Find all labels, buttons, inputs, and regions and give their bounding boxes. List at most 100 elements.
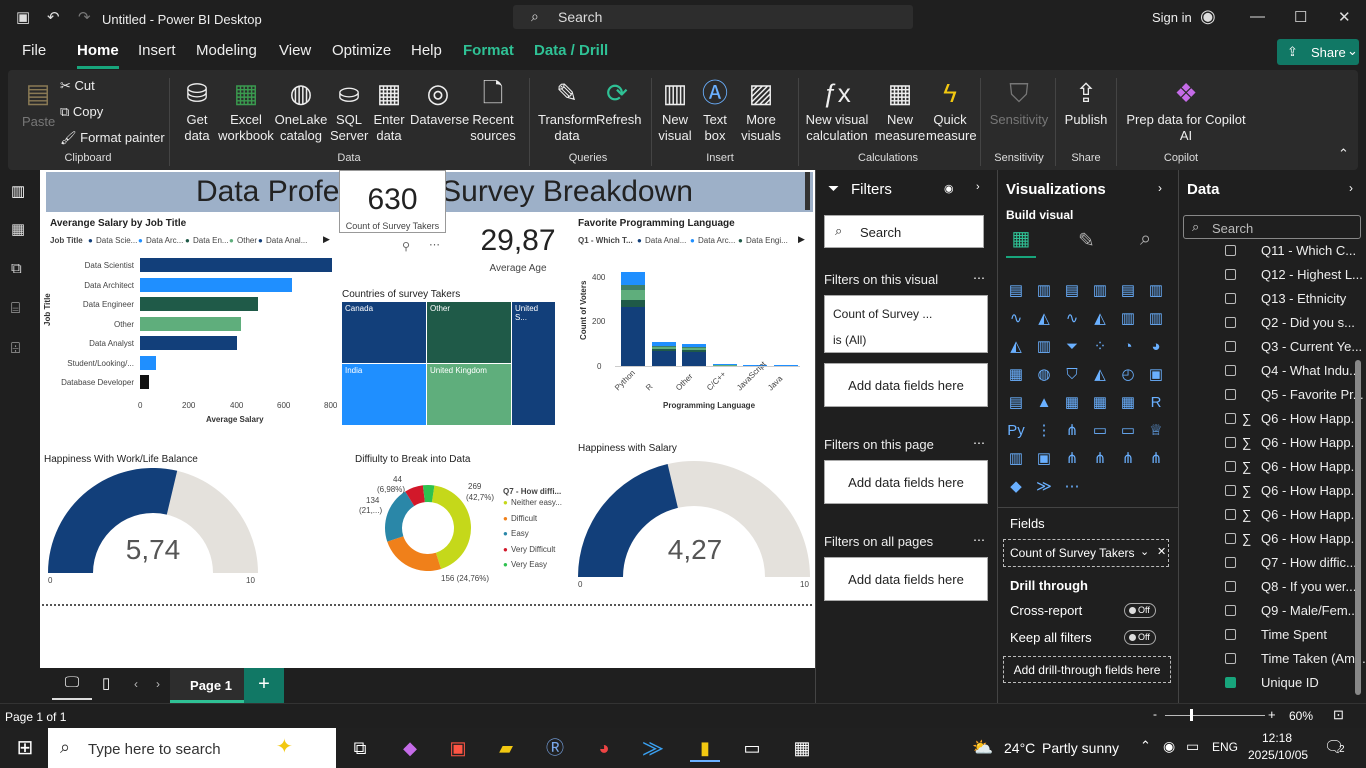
treemap-cell[interactable]: United Kingdom	[427, 364, 511, 425]
field-checkbox[interactable]	[1225, 245, 1236, 256]
visual-type-icon[interactable]: ▦	[1090, 393, 1110, 413]
cut-button[interactable]: ✂ Cut	[60, 78, 95, 94]
mobile-layout-icon[interactable]: ▯	[102, 674, 110, 692]
menu-file[interactable]: File	[22, 42, 46, 59]
bar-segment[interactable]	[682, 343, 706, 347]
field-checkbox[interactable]	[1225, 389, 1236, 400]
sql-server-button[interactable]: ⛀ SQL Server	[330, 78, 368, 144]
filter-icon[interactable]: ⚲	[402, 240, 410, 253]
visual-type-icon[interactable]: ⛉	[1062, 365, 1082, 385]
field-checkbox[interactable]	[1225, 509, 1236, 520]
bar[interactable]	[140, 375, 150, 389]
treemap-cell[interactable]: Canada	[342, 302, 426, 363]
field-checkbox[interactable]	[1225, 557, 1236, 568]
page-tab[interactable]: Page 1	[170, 668, 252, 703]
jetbrains-icon[interactable]: ▣	[446, 736, 470, 760]
bar-segment[interactable]	[621, 299, 645, 308]
field-item[interactable]: Q6 - How Happ...	[1261, 531, 1361, 546]
file-explorer-icon[interactable]: ▰	[494, 736, 518, 760]
visual-type-icon[interactable]: ◭	[1034, 309, 1054, 329]
get-data-button[interactable]: ⛁ Get data	[176, 78, 218, 144]
menu-help[interactable]: Help	[411, 42, 442, 59]
field-checkbox[interactable]	[1225, 677, 1236, 688]
desktop-layout-icon[interactable]: 🖵	[52, 674, 92, 700]
visual-type-icon[interactable]: ▥	[1146, 309, 1166, 329]
bar-segment[interactable]	[621, 271, 645, 285]
new-measure-button[interactable]: ▦ New measure	[874, 78, 926, 144]
undo-icon[interactable]: ↶	[47, 8, 60, 26]
visual-type-icon[interactable]: ▥	[1118, 309, 1138, 329]
field-item[interactable]: Q6 - How Happ...	[1261, 459, 1361, 474]
legend-next-icon[interactable]: ▶	[323, 234, 330, 245]
format-painter-button[interactable]: 🖌 Format painter	[60, 130, 165, 146]
fit-page-icon[interactable]: ⊡	[1333, 707, 1344, 723]
zoom-thumb[interactable]	[1190, 709, 1193, 721]
menu-view[interactable]: View	[279, 42, 311, 59]
visual-type-icon[interactable]: R	[1146, 393, 1166, 413]
field-item[interactable]: Q6 - How Happ...	[1261, 411, 1361, 426]
field-checkbox[interactable]	[1225, 653, 1236, 664]
terminal-icon[interactable]: ▭	[740, 736, 764, 760]
add-visual-filter-dropzone[interactable]: Add data fields here	[824, 363, 988, 407]
menu-insert[interactable]: Insert	[138, 42, 176, 59]
field-checkbox[interactable]	[1225, 437, 1236, 448]
visual-type-icon[interactable]: ∿	[1006, 309, 1026, 329]
more-options-icon[interactable]: ⋯	[973, 436, 985, 450]
bar-segment[interactable]	[651, 349, 676, 352]
publish-button[interactable]: ⇪ Publish	[1064, 78, 1108, 128]
paste-button[interactable]: ▤ Paste	[18, 78, 58, 129]
visual-type-icon[interactable]: ⋔	[1062, 449, 1082, 469]
collapse-ribbon-icon[interactable]: ⌃	[1338, 146, 1349, 162]
more-options-icon[interactable]: ⋯	[973, 533, 985, 547]
bar-segment[interactable]	[651, 345, 676, 348]
visual-type-icon[interactable]: ▤	[1006, 281, 1026, 301]
r-icon[interactable]: Ⓡ	[543, 736, 567, 760]
field-item[interactable]: Q9 - Male/Fem...	[1261, 603, 1359, 618]
bar-segment[interactable]	[682, 350, 706, 353]
new-visual-button[interactable]: ▥ New visual	[658, 78, 692, 144]
visual-type-icon[interactable]: ▥	[1146, 281, 1166, 301]
report-view-icon[interactable]: ▥	[11, 182, 25, 200]
bar-segment[interactable]	[682, 348, 706, 351]
add-page-filter-dropzone[interactable]: Add data fields here	[824, 460, 988, 504]
app-icon[interactable]: ◆	[398, 736, 422, 760]
field-item[interactable]: Q11 - Which C...	[1261, 243, 1356, 258]
visual-type-icon[interactable]: ∿	[1062, 309, 1082, 329]
visual-type-icon[interactable]: ▥	[1090, 281, 1110, 301]
zoom-out-icon[interactable]: -	[1153, 707, 1157, 721]
menu-optimize[interactable]: Optimize	[332, 42, 391, 59]
visual-type-icon[interactable]: ◴	[1118, 365, 1138, 385]
menu-format[interactable]: Format	[463, 42, 514, 59]
chevron-down-icon[interactable]: ⌄	[1140, 545, 1149, 558]
bar-segment[interactable]	[682, 346, 706, 348]
mic-icon[interactable]: ◉	[1163, 738, 1175, 755]
bar-segment[interactable]	[621, 307, 645, 366]
visual-type-icon[interactable]: ◆	[1006, 477, 1026, 497]
format-visual-tab-icon[interactable]: ✎	[1078, 228, 1095, 253]
visual-type-icon[interactable]: ▭	[1090, 421, 1110, 441]
treemap-cell[interactable]: Other	[427, 302, 511, 363]
bar-segment[interactable]	[651, 342, 676, 346]
field-item[interactable]: Q13 - Ethnicity	[1261, 291, 1346, 306]
close-icon[interactable]: ✕	[1338, 8, 1351, 26]
visual-type-icon[interactable]: ▤	[1006, 393, 1026, 413]
dax-query-icon[interactable]: ⌸	[11, 300, 20, 317]
field-checkbox[interactable]	[1225, 533, 1236, 544]
menu-modeling[interactable]: Modeling	[196, 42, 257, 59]
field-checkbox[interactable]	[1225, 365, 1236, 376]
copy-button[interactable]: ⧉ Copy	[60, 104, 103, 120]
search-input[interactable]: ⌕ Search	[513, 5, 913, 29]
filter-search-input[interactable]: ⌕ Search	[824, 215, 984, 248]
menu-home[interactable]: Home	[77, 42, 119, 69]
bar[interactable]	[140, 258, 332, 272]
visual-type-icon[interactable]: ⏷	[1062, 337, 1082, 357]
network-icon[interactable]: ▭	[1186, 738, 1199, 755]
bar[interactable]	[140, 336, 238, 350]
more-options-icon[interactable]: ⋯	[429, 238, 440, 251]
field-item[interactable]: Q8 - If you wer...	[1261, 579, 1356, 594]
zoom-in-icon[interactable]: +	[1268, 707, 1276, 722]
visual-type-icon[interactable]: ⋔	[1062, 421, 1082, 441]
menu-data-drill[interactable]: Data / Drill	[534, 42, 608, 59]
recent-sources-button[interactable]: 🗋 Recent sources	[468, 78, 518, 144]
new-visual-calc-button[interactable]: ƒx New visual calculation	[804, 78, 870, 144]
